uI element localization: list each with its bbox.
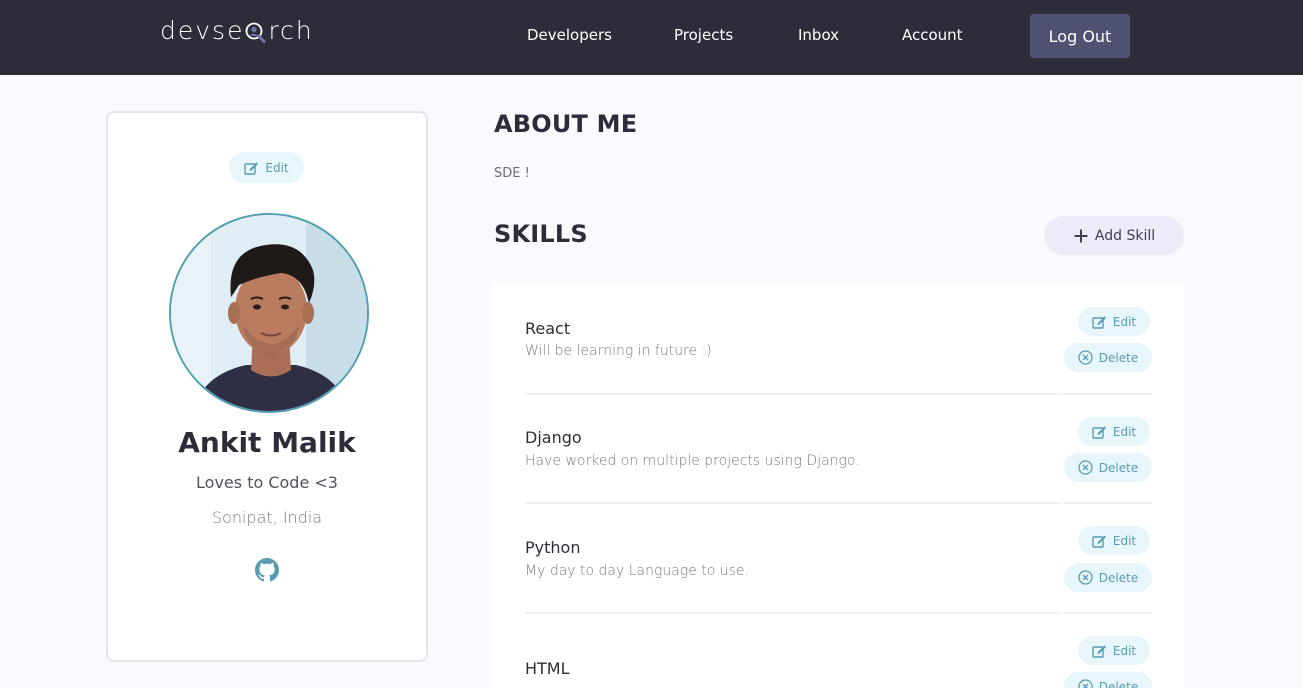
add-skill-label: Add Skill <box>1094 227 1156 244</box>
skill-name: React <box>525 319 571 338</box>
skill-edit-button[interactable]: Edit <box>1078 417 1150 446</box>
nav-inbox[interactable]: Inbox <box>798 26 839 44</box>
skill-edit-button[interactable]: Edit <box>1078 636 1150 665</box>
skill-delete-label: Delete <box>1098 570 1139 585</box>
about-title: ABOUT ME <box>494 110 638 138</box>
skill-description: Have worked on multiple projects using D… <box>525 453 860 469</box>
logout-button[interactable]: Log Out <box>1030 14 1130 58</box>
skills-title: SKILLS <box>494 220 588 248</box>
close-circle-icon <box>1078 460 1093 475</box>
skill-delete-label: Delete <box>1098 679 1139 688</box>
edit-icon <box>1092 645 1106 658</box>
edit-icon <box>1092 426 1106 439</box>
edit-profile-label: Edit <box>265 160 289 175</box>
skill-edit-label: Edit <box>1112 533 1137 548</box>
avatar <box>169 213 369 413</box>
skill-delete-label: Delete <box>1098 350 1139 365</box>
skill-divider <box>525 612 1152 614</box>
skill-edit-label: Edit <box>1112 424 1137 439</box>
close-circle-icon <box>1078 570 1093 585</box>
plus-icon <box>1074 229 1088 242</box>
skill-description: My day to day Language to use. <box>525 563 750 579</box>
profile-name: Ankit Malik <box>178 426 356 459</box>
close-circle-icon <box>1078 679 1093 688</box>
skill-edit-label: Edit <box>1112 314 1137 329</box>
profile-card: Edit Ankit Malik Loves to Code <3 Sonipa… <box>106 111 428 662</box>
skill-delete-button[interactable]: Delete <box>1064 672 1152 688</box>
logo-text-start: devse <box>160 16 245 45</box>
edit-icon <box>1092 535 1106 548</box>
skill-edit-button[interactable]: Edit <box>1078 307 1150 336</box>
skill-divider <box>525 502 1152 504</box>
edit-icon <box>244 162 259 175</box>
profile-location: Sonipat, India <box>211 508 323 527</box>
nav-account[interactable]: Account <box>902 26 963 44</box>
skill-edit-label: Edit <box>1112 643 1137 658</box>
skill-delete-label: Delete <box>1098 460 1139 475</box>
github-icon[interactable] <box>255 558 279 582</box>
skill-description: Will be learning in future :) <box>525 343 712 359</box>
profile-tagline: Loves to Code <3 <box>196 473 338 492</box>
skill-divider <box>525 393 1152 395</box>
add-skill-button[interactable]: Add Skill <box>1044 216 1184 255</box>
nav-developers[interactable]: Developers <box>527 26 612 44</box>
magnifier-logo-icon <box>245 19 267 43</box>
about-text: SDE ! <box>494 166 530 181</box>
edit-profile-button[interactable]: Edit <box>229 152 304 183</box>
skill-delete-button[interactable]: Delete <box>1064 453 1152 482</box>
skill-name: HTML <box>525 659 570 678</box>
skills-list: React Will be learning in future :) Edit… <box>492 285 1184 688</box>
logo[interactable]: devse rch <box>160 16 314 45</box>
skill-delete-button[interactable]: Delete <box>1064 563 1152 592</box>
top-navbar: devse rch Developers Projects Inbox Acco… <box>0 0 1303 75</box>
skill-delete-button[interactable]: Delete <box>1064 343 1152 372</box>
logo-text-end: rch <box>268 16 314 45</box>
skill-name: Python <box>525 538 581 557</box>
skill-edit-button[interactable]: Edit <box>1078 526 1150 555</box>
nav-projects[interactable]: Projects <box>674 26 733 44</box>
skill-name: Django <box>525 428 582 447</box>
close-circle-icon <box>1078 350 1093 365</box>
edit-icon <box>1092 316 1106 329</box>
